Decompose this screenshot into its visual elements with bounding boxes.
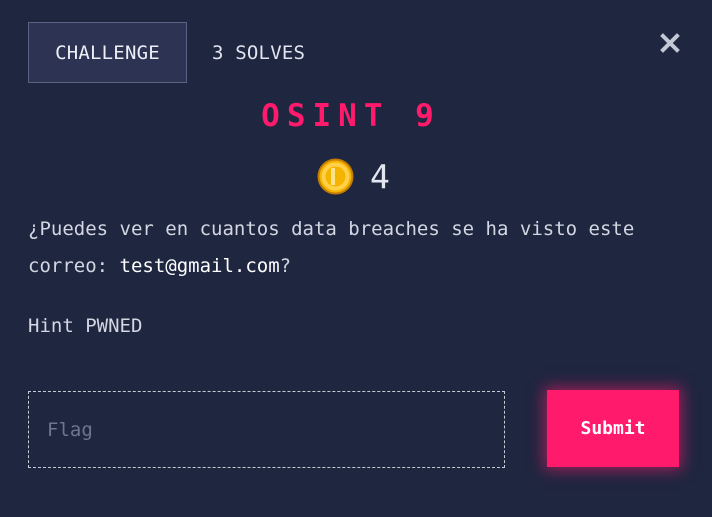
description-email: test@gmail.com — [119, 255, 280, 277]
submit-button[interactable]: Submit — [547, 390, 679, 467]
close-icon[interactable] — [660, 33, 680, 53]
description-end: ? — [279, 255, 292, 277]
tab-solves[interactable]: 3 SOLVES — [187, 22, 305, 83]
tab-challenge[interactable]: CHALLENGE — [28, 22, 187, 83]
challenge-title: OSINT 9 — [261, 98, 441, 134]
challenge-tabs: CHALLENGE 3 SOLVES — [28, 22, 305, 83]
flag-input[interactable] — [28, 391, 505, 468]
points-value: 4 — [370, 157, 390, 196]
challenge-hint: Hint PWNED — [28, 315, 143, 337]
coin-icon — [317, 158, 354, 195]
challenge-points: 4 — [317, 157, 390, 196]
challenge-modal: CHALLENGE 3 SOLVES OSINT 9 4 ¿Puedes ver… — [0, 0, 712, 517]
challenge-description: ¿Puedes ver en cuantos data breaches se … — [28, 211, 688, 285]
